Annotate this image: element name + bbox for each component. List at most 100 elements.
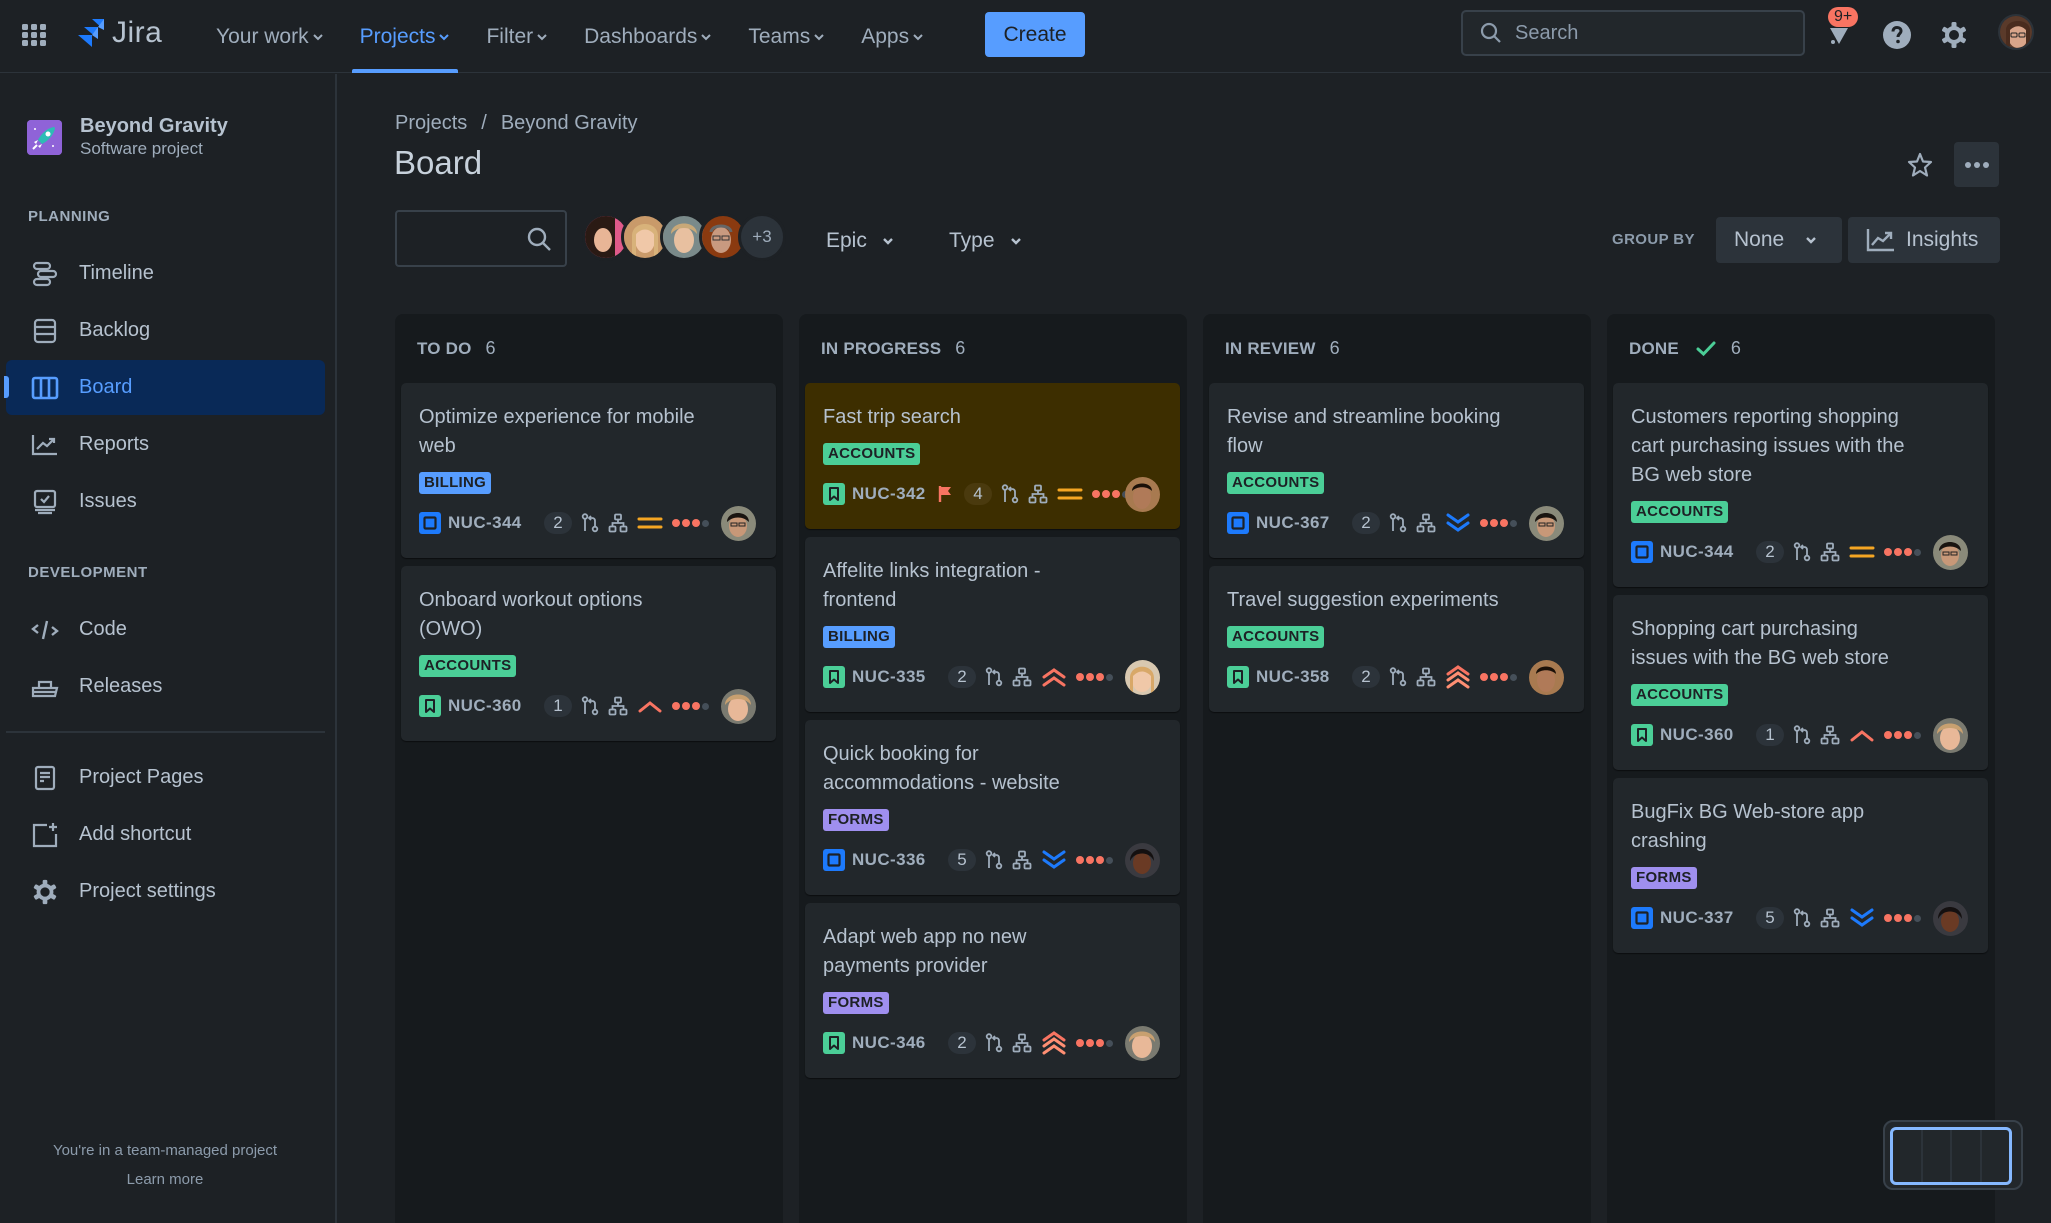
breadcrumb-projects[interactable]: Projects [395,112,467,135]
app-switcher-icon[interactable] [20,21,48,49]
nav-apps[interactable]: Apps [850,0,935,73]
card-footer: NUC-344 2 [419,505,756,541]
assignee-avatar[interactable] [1933,534,1968,570]
breadcrumb: Projects / Beyond Gravity [395,112,638,135]
subtasks-icon [1012,1033,1032,1053]
assignee-avatar[interactable] [1933,900,1968,936]
issue-card[interactable]: Adapt web app no new payments provider F… [805,903,1180,1078]
issue-card[interactable]: Affelite links integration - frontend BI… [805,537,1180,712]
board-minimap[interactable] [1883,1120,2023,1190]
user-avatar[interactable] [1998,14,2034,50]
issue-key[interactable]: NUC-336 [852,850,948,870]
epic-tag: ACCOUNTS [1631,684,1729,706]
type-filter-dropdown[interactable]: Type [937,220,1035,262]
priority-lowest-icon [1848,907,1876,929]
card-title: Shopping cart purchasing issues with the… [1631,618,1889,669]
column-count: 6 [1329,338,1340,358]
issue-key[interactable]: NUC-337 [1660,908,1756,928]
priority-highest-icon [1040,666,1068,688]
progress-dots-icon [1884,731,1921,739]
card-footer: NUC-336 5 [823,842,1160,878]
assignee-avatar[interactable] [1125,842,1160,878]
pull-request-icon [1000,484,1020,504]
chevron-down-icon [438,31,450,43]
insights-button[interactable]: Insights [1848,217,2000,263]
more-actions-button[interactable] [1954,142,1999,187]
issue-key[interactable]: NUC-367 [1256,513,1352,533]
group-by-dropdown[interactable]: None [1716,217,1842,263]
nav-projects[interactable]: Projects [349,0,462,73]
assignee-avatar[interactable] [721,688,756,724]
issue-card[interactable]: Fast trip search ACCOUNTS NUC-342 4 [805,383,1180,529]
star-button[interactable] [1903,148,1937,182]
learn-more-link[interactable]: Learn more [0,1171,330,1188]
insights-label: Insights [1906,228,1979,251]
issue-card[interactable]: Optimize experience for mobile web BILLI… [401,383,776,558]
issue-card[interactable]: Revise and streamline booking flow ACCOU… [1209,383,1584,558]
assignee-avatar[interactable] [1529,659,1564,695]
assignee-avatar[interactable] [1933,717,1968,753]
create-button[interactable]: Create [985,12,1085,57]
sidebar-item-backlog[interactable]: Backlog [6,303,325,358]
issue-card[interactable]: Travel suggestion experiments ACCOUNTS N… [1209,566,1584,712]
assignee-avatar[interactable] [1125,1025,1160,1061]
sidebar-item-label: Project settings [79,880,216,902]
settings-button[interactable] [1937,18,1971,52]
issue-key[interactable]: NUC-344 [1660,542,1756,562]
jira-logo[interactable]: Jira [78,16,162,50]
top-navigation: Jira Your work Projects Filter Dashboard… [0,0,2051,73]
issue-card[interactable]: Quick booking for accommodations - websi… [805,720,1180,895]
issue-key[interactable]: NUC-335 [852,667,948,687]
more-assignees-button[interactable]: +3 [738,213,786,261]
nav-teams[interactable]: Teams [737,0,836,73]
board-search-input[interactable] [407,224,517,254]
pull-request-icon [1388,513,1408,533]
page-title: Board [394,144,483,181]
global-search[interactable] [1461,10,1805,56]
sidebar-item-code[interactable]: Code [6,602,325,657]
issue-key[interactable]: NUC-358 [1256,667,1352,687]
assignee-avatar[interactable] [1529,505,1564,541]
sidebar-item-label: Issues [79,490,137,512]
board-search[interactable] [395,210,567,267]
issue-card[interactable]: Customers reporting shopping cart purcha… [1613,383,1988,587]
pull-request-icon [580,513,600,533]
epic-filter-dropdown[interactable]: Epic [814,220,907,262]
minimap-viewport[interactable] [1890,1127,2012,1185]
issue-card[interactable]: BugFix BG Web-store app crashing FORMS N… [1613,778,1988,953]
card-title: Onboard workout options (OWO) [419,589,643,640]
issue-key[interactable]: NUC-346 [852,1033,948,1053]
project-rocket-icon [27,119,62,155]
releases-icon [30,672,60,702]
sidebar-item-timeline[interactable]: Timeline [6,246,325,301]
issue-key[interactable]: NUC-360 [448,696,544,716]
issue-card[interactable]: Onboard workout options (OWO) ACCOUNTS N… [401,566,776,741]
sidebar-item-project-pages[interactable]: Project Pages [6,750,325,805]
sidebar-item-project-settings[interactable]: Project settings [6,864,325,919]
sidebar-item-releases[interactable]: Releases [6,659,325,714]
subtasks-icon [1012,850,1032,870]
assignee-avatar[interactable] [1125,476,1160,512]
sidebar-item-board[interactable]: Board [4,360,325,415]
nav-dashboards[interactable]: Dashboards [573,0,723,73]
project-header[interactable]: Beyond Gravity Software project [27,114,228,160]
column-count: 6 [955,338,966,358]
sidebar-item-reports[interactable]: Reports [6,417,325,472]
breadcrumb-project[interactable]: Beyond Gravity [501,112,638,135]
sidebar-item-issues[interactable]: Issues [6,474,325,529]
help-button[interactable] [1880,18,1914,52]
search-input[interactable] [1515,21,1775,45]
assignee-avatar[interactable] [721,505,756,541]
nav-your-work[interactable]: Your work [205,0,335,73]
sidebar-item-add-shortcut[interactable]: Add shortcut [6,807,325,862]
story-points: 2 [1756,541,1784,563]
issue-key[interactable]: NUC-344 [448,513,544,533]
issue-key[interactable]: NUC-360 [1660,725,1756,745]
project-name: Beyond Gravity [80,115,228,137]
nav-label: Filter [486,24,534,48]
nav-filter[interactable]: Filter [475,0,559,73]
issue-card[interactable]: Shopping cart purchasing issues with the… [1613,595,1988,770]
issue-key[interactable]: NUC-342 [852,484,938,504]
assignee-avatar[interactable] [1125,659,1160,695]
sidebar-item-label: Backlog [79,319,151,341]
